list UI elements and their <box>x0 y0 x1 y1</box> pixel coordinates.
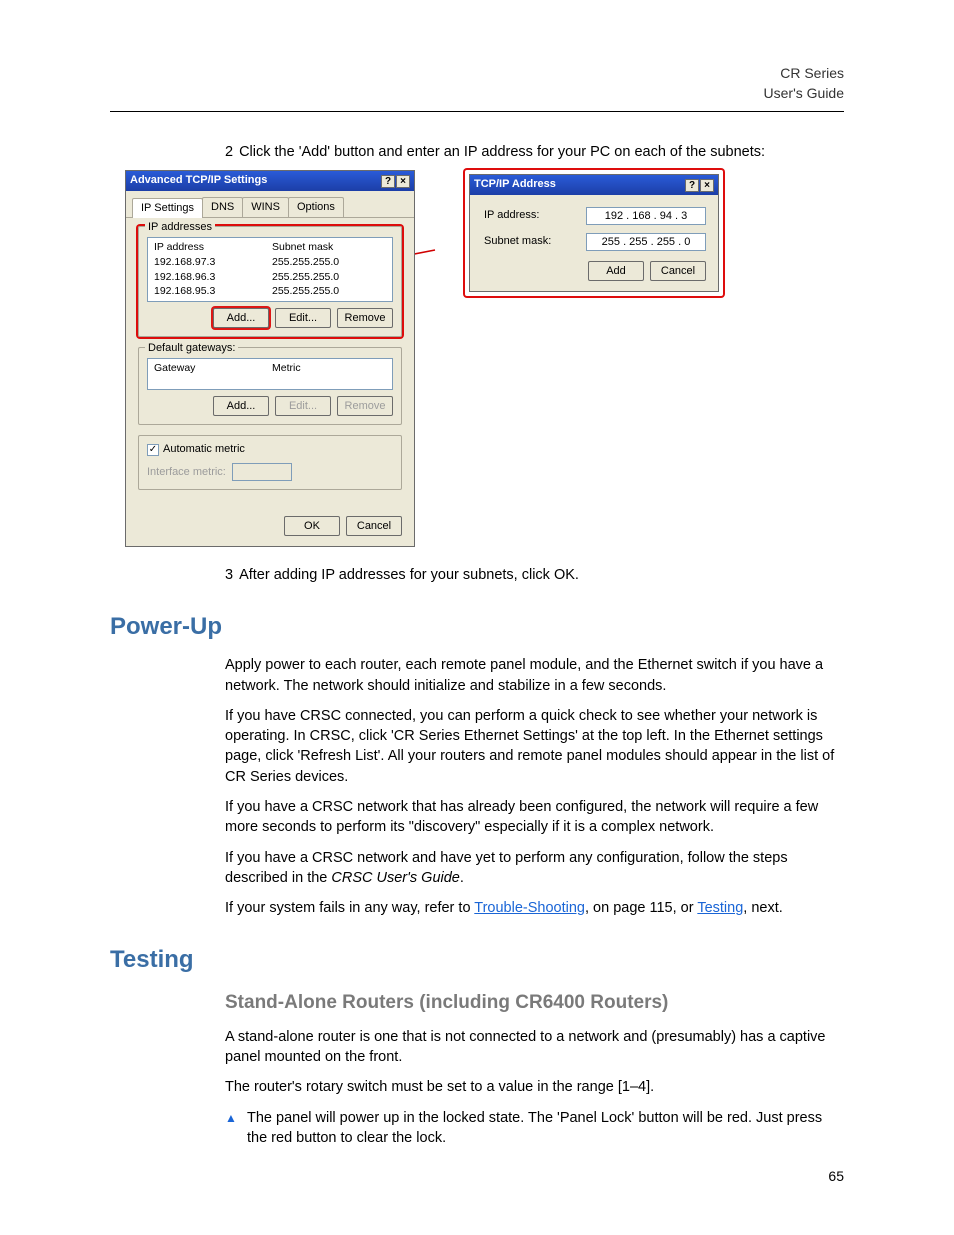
testing-p2: The router's rotary switch must be set t… <box>225 1077 844 1097</box>
subheading-standalone-routers: Stand-Alone Routers (including CR6400 Ro… <box>225 990 844 1017</box>
add-ip-button[interactable]: Add... <box>213 308 269 328</box>
tab-options[interactable]: Options <box>288 197 344 217</box>
testing-bullet-text: The panel will power up in the locked st… <box>247 1108 844 1149</box>
step-3: 3 After adding IP addresses for your sub… <box>225 565 844 585</box>
interface-metric-label: Interface metric: <box>147 465 226 480</box>
subnet-mask-label: Subnet mask: <box>484 234 551 249</box>
heading-testing: Testing <box>110 943 844 977</box>
page-number: 65 <box>828 1167 844 1187</box>
dialog2-titlebar: TCP/IP Address ? × <box>470 175 718 194</box>
table-row[interactable]: 192.168.96.3 255.255.255.0 <box>152 270 388 285</box>
step-2-number: 2 <box>225 142 233 162</box>
remove-ip-button[interactable]: Remove <box>337 308 393 328</box>
powerup-p3: If you have a CRSC network that has alre… <box>225 797 844 838</box>
col-gateway: Gateway <box>152 361 270 376</box>
help-icon[interactable]: ? <box>685 179 699 192</box>
powerup-p5: If your system fails in any way, refer t… <box>225 898 844 918</box>
link-trouble-shooting[interactable]: Trouble-Shooting <box>474 900 585 916</box>
remove-gw-button[interactable]: Remove <box>337 396 393 416</box>
header-rule <box>110 111 844 112</box>
link-testing[interactable]: Testing <box>697 900 743 916</box>
testing-p1: A stand-alone router is one that is not … <box>225 1027 844 1068</box>
cancel-button[interactable]: Cancel <box>346 516 402 536</box>
ip-address-input[interactable]: 192 . 168 . 94 . 3 <box>586 207 706 225</box>
add-button[interactable]: Add <box>588 261 644 281</box>
col-metric: Metric <box>270 361 388 376</box>
step-3-text: After adding IP addresses for your subne… <box>239 565 579 585</box>
table-row[interactable]: 192.168.97.3 255.255.255.0 <box>152 255 388 270</box>
dialog2-title: TCP/IP Address <box>474 177 556 192</box>
tcpip-address-dialog: TCP/IP Address ? × IP address: 192 . 168… <box>469 174 719 291</box>
group-ip-addresses: IP addresses IP address Subnet mask 192.… <box>138 226 402 337</box>
ip-listbox[interactable]: IP address Subnet mask 192.168.97.3 255.… <box>147 237 393 302</box>
ip-address-label: IP address: <box>484 208 539 223</box>
edit-ip-button[interactable]: Edit... <box>275 308 331 328</box>
col-mask: Subnet mask <box>270 240 388 255</box>
triangle-bullet-icon: ▲ <box>225 1108 239 1149</box>
tab-dns[interactable]: DNS <box>202 197 243 217</box>
dialog1-title: Advanced TCP/IP Settings <box>130 173 267 188</box>
help-icon[interactable]: ? <box>381 175 395 188</box>
gw-listbox[interactable]: Gateway Metric <box>147 358 393 390</box>
subnet-mask-input[interactable]: 255 . 255 . 255 . 0 <box>586 233 706 251</box>
col-ip: IP address <box>152 240 270 255</box>
heading-power-up: Power-Up <box>110 610 844 644</box>
automatic-metric-checkbox[interactable]: ✓ <box>147 444 159 456</box>
step-2-text: Click the 'Add' button and enter an IP a… <box>239 142 765 162</box>
dialog1-titlebar: Advanced TCP/IP Settings ? × <box>126 171 414 190</box>
interface-metric-input <box>232 463 292 481</box>
powerup-p1: Apply power to each router, each remote … <box>225 655 844 696</box>
group-gw-title: Default gateways: <box>145 341 238 356</box>
edit-gw-button[interactable]: Edit... <box>275 396 331 416</box>
powerup-p4: If you have a CRSC network and have yet … <box>225 848 844 889</box>
tab-ip-settings[interactable]: IP Settings <box>132 198 203 218</box>
close-icon[interactable]: × <box>700 179 714 192</box>
tab-wins[interactable]: WINS <box>242 197 289 217</box>
dialog1-tabs: IP Settings DNS WINS Options <box>126 191 414 218</box>
step-3-number: 3 <box>225 565 233 585</box>
step-2: 2 Click the 'Add' button and enter an IP… <box>225 142 844 162</box>
powerup-p2: If you have CRSC connected, you can perf… <box>225 706 844 787</box>
advanced-tcpip-dialog: Advanced TCP/IP Settings ? × IP Settings… <box>125 170 415 547</box>
cancel-button[interactable]: Cancel <box>650 261 706 281</box>
close-icon[interactable]: × <box>396 175 410 188</box>
table-row[interactable]: 192.168.95.3 255.255.255.0 <box>152 284 388 299</box>
automatic-metric-label: Automatic metric <box>163 442 245 457</box>
testing-bullet: ▲ The panel will power up in the locked … <box>225 1108 844 1149</box>
doc-subtitle: User's Guide <box>110 84 844 104</box>
add-gw-button[interactable]: Add... <box>213 396 269 416</box>
group-metric: ✓ Automatic metric Interface metric: <box>138 435 402 490</box>
group-ip-title: IP addresses <box>145 220 215 235</box>
doc-title: CR Series <box>110 64 844 84</box>
group-default-gateways: Default gateways: Gateway Metric Add... … <box>138 347 402 425</box>
ok-button[interactable]: OK <box>284 516 340 536</box>
